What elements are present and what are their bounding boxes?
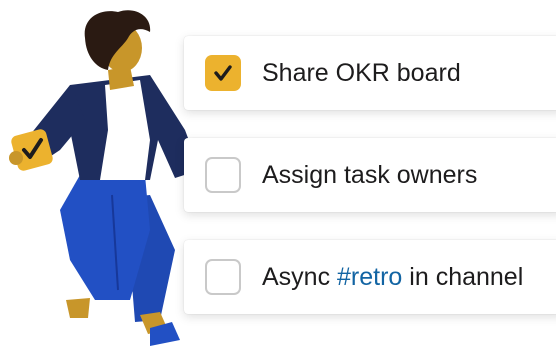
label-suffix: in channel — [402, 263, 524, 291]
checkbox-checked[interactable] — [205, 55, 241, 91]
checkbox-unchecked[interactable] — [205, 157, 241, 193]
label-prefix: Async — [262, 263, 338, 291]
checklist-item-assign-task-owners[interactable]: Assign task owners — [184, 138, 556, 212]
checklist-item-label: Assign task owners — [262, 161, 478, 189]
checklist-item-label: Async #retro in channel — [262, 240, 523, 314]
checkmark-icon — [214, 65, 232, 81]
channel-hashtag-link[interactable]: #retro — [337, 263, 402, 291]
checklist-item-label: Share OKR board — [262, 59, 461, 87]
checklist-item-async-retro[interactable]: Async #retro in channel — [184, 240, 556, 314]
checklist-item-share-okr-board[interactable]: Share OKR board — [184, 36, 556, 110]
checkbox-unchecked[interactable] — [205, 259, 241, 295]
person-illustration — [9, 10, 200, 346]
